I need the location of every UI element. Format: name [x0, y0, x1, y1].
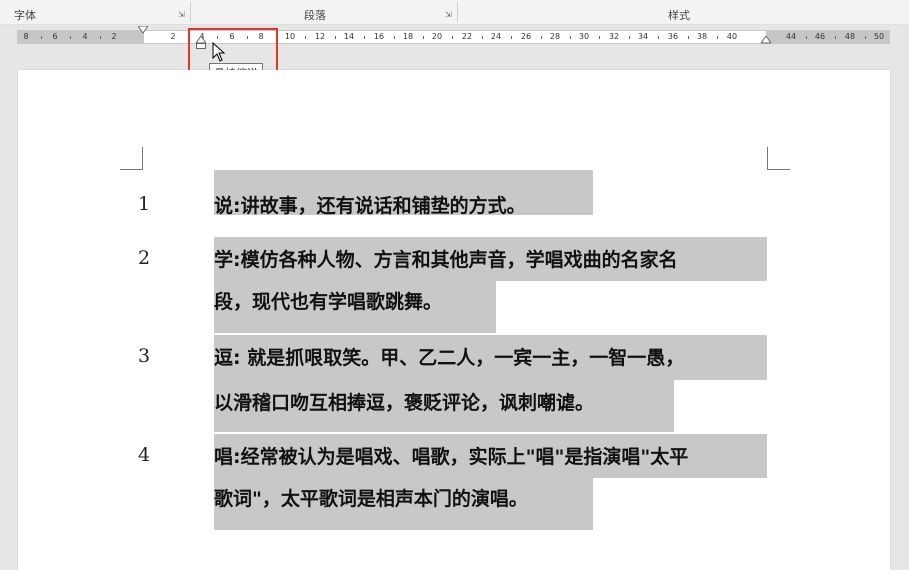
list-item-text[interactable]: 以滑稽口吻互相捧逗，褒贬评论，讽刺嘲谑。 — [214, 390, 594, 416]
ribbon-group-bar: 字体 ⇲ 段落 ⇲ 样式 — [0, 0, 909, 25]
ruler-number: 2 — [111, 32, 117, 41]
ruler-tick — [629, 36, 630, 39]
ruler-tick — [658, 36, 659, 39]
styles-group: 样式 — [458, 0, 909, 24]
ruler-tick — [570, 36, 571, 39]
list-item-text[interactable]: 唱:经常被认为是唱戏、唱歌，实际上"唱"是指演唱"太平 — [214, 444, 688, 470]
ruler-tick — [835, 36, 836, 39]
list-item-text[interactable]: 学:模仿各种人物、方言和其他声音，学唱戏曲的名家名 — [214, 247, 678, 273]
ruler-number: 44 — [785, 32, 797, 41]
ruler-number: 30 — [578, 32, 590, 41]
ruler-tick — [305, 36, 306, 39]
ruler-tick — [423, 36, 424, 39]
ruler-number: 50 — [873, 32, 885, 41]
font-group-label: 字体 — [14, 9, 36, 22]
list-number: 4 — [137, 444, 151, 466]
document-page[interactable]: 1 说:讲故事，还有说话和铺垫的方式。 2 学:模仿各种人物、方言和其他声音，学… — [18, 70, 890, 570]
ruler-number: 12 — [314, 32, 326, 41]
crop-mark-right-horizontal — [767, 169, 790, 170]
list-number: 2 — [137, 247, 151, 269]
paragraph-group: 段落 ⇲ — [191, 0, 457, 24]
ruler-tick — [865, 36, 866, 39]
first-line-indent-marker[interactable] — [138, 26, 148, 34]
ruler-tick — [70, 36, 71, 39]
ruler-tick — [717, 36, 718, 39]
ruler-number: 22 — [461, 32, 473, 41]
list-number: 1 — [137, 193, 151, 215]
ruler-number: 14 — [343, 32, 355, 41]
ruler-number: 18 — [402, 32, 414, 41]
ruler-tick — [335, 36, 336, 39]
ruler-right-margin — [766, 31, 889, 43]
ruler-tick — [41, 36, 42, 39]
paragraph-group-label: 段落 — [304, 9, 326, 22]
ruler-number: 26 — [520, 32, 532, 41]
ruler-number: 4 — [82, 32, 88, 41]
crop-mark-right-vertical — [767, 147, 768, 169]
ruler-tick — [482, 36, 483, 39]
styles-group-label: 样式 — [668, 9, 690, 22]
font-group: 字体 ⇲ — [0, 0, 190, 24]
mouse-pointer-icon — [212, 41, 226, 66]
list-item-text[interactable]: 段，现代也有学唱歌跳舞。 — [214, 289, 442, 315]
ruler-number: 40 — [726, 32, 738, 41]
crop-mark-left-horizontal — [120, 169, 143, 170]
ruler-number: 48 — [844, 32, 856, 41]
ruler-tick — [688, 36, 689, 39]
ruler-number: 46 — [814, 32, 826, 41]
ruler-number: 16 — [373, 32, 385, 41]
ruler-number: 6 — [52, 32, 58, 41]
ruler-number: 20 — [431, 32, 443, 41]
ruler-tick — [394, 36, 395, 39]
list-number: 3 — [137, 345, 151, 367]
ruler-number: 34 — [637, 32, 649, 41]
ruler-number: 32 — [608, 32, 620, 41]
ruler-tick — [452, 36, 453, 39]
ruler-tick — [100, 36, 101, 39]
ruler-number: 36 — [667, 32, 679, 41]
font-dialog-launcher-icon[interactable]: ⇲ — [178, 11, 186, 19]
ruler-tick — [806, 36, 807, 39]
list-item-text[interactable]: 歌词"，太平歌词是相声本门的演唱。 — [214, 486, 528, 512]
ruler-tick — [599, 36, 600, 39]
ruler-tick — [364, 36, 365, 39]
ruler-number: 38 — [696, 32, 708, 41]
crop-mark-left-vertical — [142, 147, 143, 169]
ruler-number: 10 — [284, 32, 296, 41]
ruler-number: 28 — [549, 32, 561, 41]
list-item-text[interactable]: 逗: 就是抓哏取笑。甲、乙二人，一宾一主，一智一愚， — [214, 345, 684, 371]
ruler-tick — [541, 36, 542, 39]
ruler-number: 2 — [170, 32, 176, 41]
ruler-left-margin — [18, 31, 144, 43]
paragraph-dialog-launcher-icon[interactable]: ⇲ — [445, 11, 453, 19]
list-item-text[interactable]: 说:讲故事，还有说话和铺垫的方式。 — [214, 193, 526, 219]
ruler-number: 8 — [23, 32, 29, 41]
ruler-tick — [511, 36, 512, 39]
ruler-number: 24 — [490, 32, 502, 41]
right-indent-marker[interactable] — [761, 36, 771, 44]
